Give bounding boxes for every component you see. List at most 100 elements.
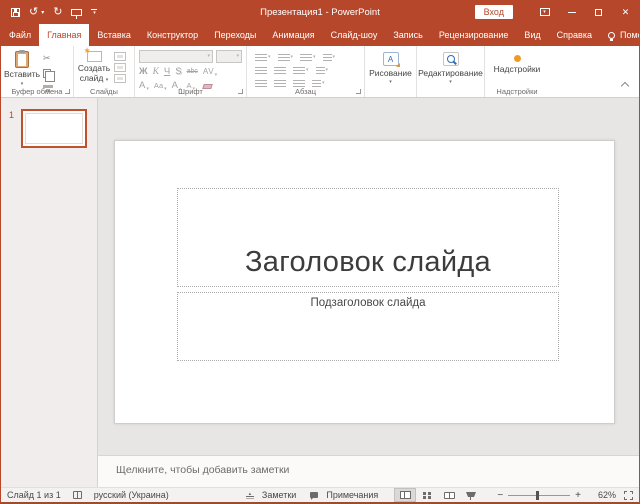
magnifier-icon (443, 52, 459, 66)
maximize-button[interactable] (585, 0, 612, 24)
notes-icon: ▴ (246, 492, 254, 499)
redo-icon[interactable]: ↻ (53, 7, 62, 18)
tab-file[interactable]: Файл (1, 24, 39, 46)
underline-button[interactable]: Ч (164, 66, 170, 78)
character-spacing-button[interactable]: АV▾ (203, 66, 217, 78)
slide-layout-button[interactable] (114, 52, 126, 61)
slide-number: 1 (9, 110, 14, 120)
editing-button[interactable]: Редактирование ▾ (417, 46, 484, 85)
tab-help[interactable]: Справка (549, 24, 600, 46)
quick-access-toolbar: ↺ ▾ ↻ ▾ (1, 7, 97, 18)
collapse-ribbon-icon[interactable] (621, 82, 629, 90)
status-bar: Слайд 1 из 1 русский (Украина) ▴ Заметки… (1, 487, 639, 502)
powerpoint-window: ↺ ▾ ↻ ▾ Презентация1 - PowerPoint Вход ▾… (0, 0, 640, 504)
paste-clipboard-icon (15, 51, 29, 68)
zoom-level[interactable]: 62% (590, 490, 616, 500)
numbering-button[interactable]: ▾ (278, 54, 294, 62)
strikethrough-button[interactable]: abc (187, 66, 198, 78)
undo-icon[interactable]: ↺ (29, 7, 38, 18)
close-button[interactable]: ✕ (612, 0, 639, 24)
slideshow-icon (466, 491, 476, 500)
tab-animations[interactable]: Анимация (264, 24, 322, 46)
copy-icon (43, 69, 51, 78)
slide-canvas[interactable]: Заголовок слайда Подзаголовок слайда (114, 140, 615, 424)
font-dialog-launcher-icon[interactable] (238, 89, 243, 94)
tab-transitions[interactable]: Переходы (206, 24, 264, 46)
clipboard-dialog-launcher-icon[interactable] (65, 89, 70, 94)
cut-button[interactable]: ✂ (43, 52, 56, 64)
tab-home[interactable]: Главная (39, 24, 89, 46)
undo-dropdown-icon[interactable]: ▾ (41, 9, 44, 16)
text-direction-button[interactable]: ▾ (323, 54, 336, 62)
zoom-slider[interactable] (508, 495, 570, 496)
paragraph-dialog-launcher-icon[interactable] (356, 89, 361, 94)
slideshow-view-button[interactable] (460, 488, 482, 502)
zoom-slider-thumb[interactable] (536, 491, 539, 500)
bold-button[interactable]: Ж (139, 66, 148, 78)
drawing-icon: А (383, 52, 399, 66)
new-slide-icon: ★ (87, 51, 102, 62)
slide-sorter-view-button[interactable] (416, 488, 438, 502)
comments-toggle-button[interactable]: Примечания (310, 490, 378, 500)
tab-design[interactable]: Конструктор (139, 24, 206, 46)
reset-slide-button[interactable] (114, 63, 126, 72)
tell-me-button[interactable]: Помощ (600, 24, 640, 46)
group-paragraph: ▾ ▾ ▾ ▾ ▾ ▾ ▾ Абзац (247, 46, 365, 97)
drawing-button[interactable]: А Рисование ▾ (365, 46, 416, 85)
group-drawing: А Рисование ▾ (365, 46, 417, 97)
tab-slideshow[interactable]: Слайд-шоу (323, 24, 386, 46)
language-indicator[interactable]: русский (Украина) (94, 490, 169, 500)
group-font: ▾ ▾ Ж К Ч S abc АV▾ А▾ Аа▾ А▴ А▾ Шрифт (135, 46, 247, 97)
normal-view-button[interactable] (394, 488, 416, 502)
title-placeholder[interactable]: Заголовок слайда (177, 188, 559, 287)
slide-editor: Заголовок слайда Подзаголовок слайда (98, 98, 639, 455)
paragraph-group-label: Абзац (247, 87, 364, 96)
font-name-combo[interactable]: ▾ (139, 50, 213, 63)
tab-view[interactable]: Вид (516, 24, 548, 46)
notes-toggle-button[interactable]: ▴ Заметки (246, 490, 296, 500)
text-shadow-button[interactable]: S (175, 66, 181, 78)
tab-review[interactable]: Рецензирование (431, 24, 517, 46)
addins-button[interactable]: Надстройки (485, 46, 549, 74)
tab-record[interactable]: Запись (385, 24, 431, 46)
reading-view-icon (444, 492, 455, 499)
zoom-out-button[interactable]: − (492, 490, 508, 501)
slide-thumbnail[interactable] (21, 109, 87, 148)
minimize-button[interactable] (558, 0, 585, 24)
slide-counter: Слайд 1 из 1 (7, 490, 61, 500)
chevron-down-icon: ▾ (236, 54, 241, 59)
italic-button[interactable]: К (153, 66, 159, 78)
subtitle-placeholder[interactable]: Подзаголовок слайда (177, 292, 559, 361)
align-text-button[interactable]: ▾ (316, 67, 329, 75)
main-area: 1 Заголовок слайда Подзаголовок слайда Щ… (1, 98, 639, 487)
spell-check-icon[interactable] (73, 491, 82, 499)
reading-view-button[interactable] (438, 488, 460, 502)
scissors-icon: ✂ (43, 54, 51, 63)
notes-pane[interactable]: Щелкните, чтобы добавить заметки (98, 455, 639, 487)
group-addins: Надстройки Надстройки (485, 46, 549, 97)
sign-in-button[interactable]: Вход (475, 5, 513, 19)
lightbulb-icon (608, 32, 615, 39)
fit-slide-to-window-icon[interactable] (624, 491, 633, 500)
columns-button[interactable]: ▾ (293, 67, 309, 75)
ribbon: Вставить ▾ ✂ ▾ Буфер обмена ★ Создатьсла… (1, 46, 639, 98)
increase-indent-button[interactable] (274, 67, 286, 75)
ribbon-display-options-button[interactable]: ▾ (531, 0, 558, 24)
line-spacing-button[interactable]: ▾ (300, 54, 316, 62)
minimize-icon (568, 12, 576, 13)
tab-insert[interactable]: Вставка (89, 24, 138, 46)
group-clipboard: Вставить ▾ ✂ ▾ Буфер обмена (1, 46, 74, 97)
save-icon[interactable] (11, 8, 20, 17)
zoom-in-button[interactable]: + (570, 490, 586, 501)
font-group-label: Шрифт (135, 87, 246, 96)
bullets-button[interactable]: ▾ (255, 54, 271, 62)
decrease-indent-button[interactable] (255, 67, 267, 75)
font-size-combo[interactable]: ▾ (216, 50, 242, 63)
ribbon-tab-bar: Файл Главная Вставка Конструктор Переход… (1, 24, 639, 46)
section-button[interactable] (114, 74, 126, 83)
copy-button[interactable]: ▾ (43, 67, 56, 79)
customize-qat-icon[interactable]: ▾ (91, 9, 97, 15)
ribbon-filler (549, 46, 639, 97)
start-slideshow-icon[interactable] (71, 9, 82, 16)
title-bar: ↺ ▾ ↻ ▾ Презентация1 - PowerPoint Вход ▾… (1, 0, 639, 24)
